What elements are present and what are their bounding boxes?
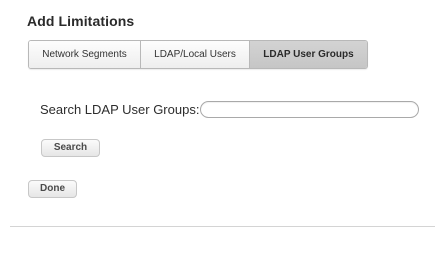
search-button[interactable]: Search (41, 139, 100, 157)
search-input[interactable] (200, 101, 419, 118)
search-label: Search LDAP User Groups: (40, 102, 200, 117)
add-limitations-dialog: Add Limitations Network Segments LDAP/Lo… (0, 0, 435, 270)
tab-network-segments[interactable]: Network Segments (29, 41, 141, 68)
dialog-title: Add Limitations (27, 13, 135, 29)
tab-bar: Network Segments LDAP/Local Users LDAP U… (28, 40, 368, 69)
tab-ldap-local-users[interactable]: LDAP/Local Users (141, 41, 250, 68)
divider (10, 226, 435, 227)
done-button[interactable]: Done (28, 180, 77, 198)
tab-ldap-user-groups[interactable]: LDAP User Groups (250, 41, 367, 68)
